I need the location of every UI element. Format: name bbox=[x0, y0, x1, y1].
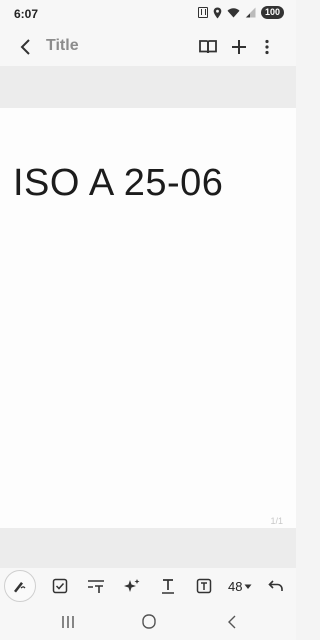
text-style-tool[interactable] bbox=[156, 574, 180, 598]
chevron-down-icon bbox=[244, 584, 252, 589]
wifi-icon bbox=[227, 8, 240, 18]
back-arrow-icon[interactable] bbox=[14, 35, 38, 59]
pen-icon bbox=[14, 582, 26, 593]
text-format-tool[interactable] bbox=[84, 574, 108, 598]
checkbox-icon bbox=[52, 578, 68, 594]
home-icon[interactable] bbox=[138, 612, 160, 632]
book-icon[interactable] bbox=[196, 35, 220, 59]
checkbox-tool[interactable] bbox=[48, 574, 72, 598]
recents-icon[interactable] bbox=[57, 612, 79, 632]
undo-icon bbox=[268, 580, 283, 591]
note-title[interactable]: Title bbox=[46, 37, 79, 55]
text-box-icon bbox=[196, 578, 212, 594]
sparkle-icon bbox=[124, 579, 140, 592]
status-bar: 6:07 100 bbox=[0, 0, 296, 28]
page-counter: 1/1 bbox=[270, 516, 283, 526]
battery-badge: 100 bbox=[260, 6, 284, 19]
pen-toolbar: 48 bbox=[0, 568, 296, 604]
nfc-icon bbox=[197, 7, 208, 18]
status-icons: 100 bbox=[197, 6, 284, 19]
canvas-margin-top bbox=[0, 66, 296, 108]
text-box-tool[interactable] bbox=[192, 574, 216, 598]
note-page[interactable]: ISO A 25-06 1/1 bbox=[0, 108, 296, 528]
app-bar: Title bbox=[0, 28, 296, 66]
plus-icon[interactable] bbox=[227, 35, 251, 59]
back-icon[interactable] bbox=[221, 612, 243, 632]
pen-size-value: 48 bbox=[228, 579, 243, 594]
location-icon bbox=[213, 7, 222, 18]
ai-sparkle-tool[interactable] bbox=[120, 574, 144, 598]
signal-icon bbox=[245, 7, 256, 18]
status-time: 6:07 bbox=[14, 7, 39, 21]
undo-tool[interactable] bbox=[264, 574, 288, 598]
note-text[interactable]: ISO A 25-06 bbox=[13, 162, 223, 205]
more-vert-icon[interactable] bbox=[255, 35, 279, 59]
text-underline-icon bbox=[162, 579, 174, 594]
pen-size-selector[interactable]: 48 bbox=[228, 579, 252, 594]
canvas-margin-bottom bbox=[0, 528, 296, 568]
pen-tool-button[interactable] bbox=[4, 570, 36, 602]
system-nav-bar bbox=[0, 604, 296, 640]
text-format-icon bbox=[88, 580, 104, 593]
